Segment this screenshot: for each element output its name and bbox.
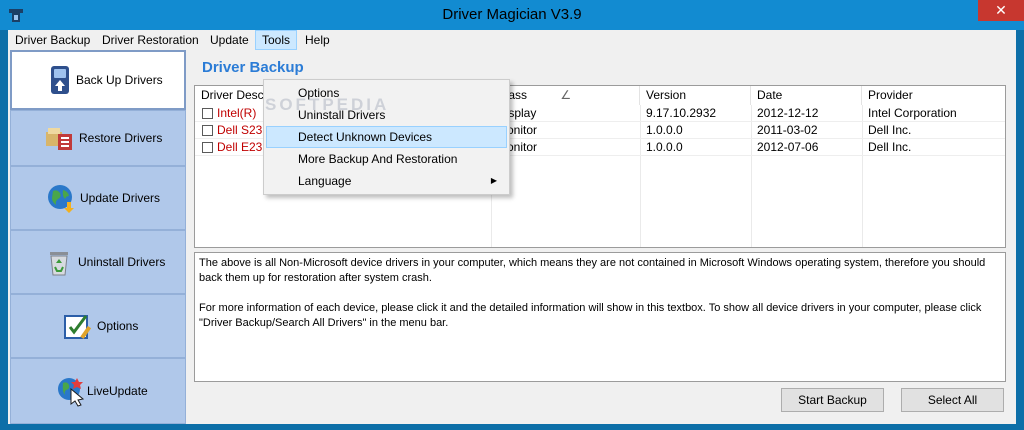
app-window: Driver Magician V3.9 ✕ Driver Backup Dri… — [0, 0, 1024, 430]
sidebar-item-label: Update Drivers — [80, 191, 161, 205]
live-update-icon — [58, 378, 85, 407]
options-icon — [64, 315, 92, 339]
info-paragraph: The above is all Non-Microsoft device dr… — [199, 257, 986, 284]
select-all-button[interactable]: Select All — [901, 388, 1004, 412]
section-title: Driver Backup — [202, 59, 304, 76]
sidebar-item-restore-drivers[interactable]: Restore Drivers — [10, 110, 186, 166]
watermark-logo: SOFTPEDIA — [265, 95, 390, 114]
sidebar-item-back-up-drivers[interactable]: Back Up Drivers — [10, 50, 186, 110]
column-header-class[interactable]: Class ∠ — [491, 86, 640, 105]
cell-date: 2012-07-06 — [757, 140, 819, 154]
cell-provider: Intel Corporation — [868, 106, 957, 120]
sidebar-item-label: Options — [97, 319, 139, 333]
cell-provider: Dell Inc. — [868, 140, 912, 154]
cell-class: Display — [497, 106, 537, 120]
cell-class: Monitor — [497, 123, 538, 137]
menu-bar: Driver Backup Driver Restoration Update … — [8, 30, 1016, 50]
column-header-version[interactable]: Version — [640, 86, 751, 105]
menu-item-language-label: Language — [298, 174, 352, 188]
cell-provider: Dell Inc. — [868, 123, 912, 137]
info-paragraph: For more information of each device, ple… — [199, 302, 982, 329]
sidebar-item-label: Uninstall Drivers — [78, 255, 166, 269]
start-backup-button[interactable]: Start Backup — [781, 388, 884, 412]
backup-icon — [51, 66, 69, 94]
window-title: Driver Magician V3.9 — [442, 6, 582, 23]
sidebar-item-label: LiveUpdate — [87, 384, 148, 398]
menu-update[interactable]: Update — [203, 30, 256, 50]
menu-item-detect-unknown-devices[interactable]: Detect Unknown Devices — [266, 126, 507, 148]
menu-item-language[interactable]: Language ▶ — [266, 170, 507, 192]
recycle-bin-icon — [50, 252, 68, 276]
menu-driver-backup[interactable]: Driver Backup — [8, 30, 97, 50]
close-button[interactable]: ✕ — [978, 0, 1024, 21]
column-header-date[interactable]: Date — [751, 86, 862, 105]
info-textbox[interactable]: The above is all Non-Microsoft device dr… — [194, 252, 1006, 382]
menu-driver-restoration[interactable]: Driver Restoration — [95, 30, 206, 50]
cell-date: 2011-03-02 — [757, 123, 818, 137]
submenu-arrow-icon: ▶ — [490, 176, 497, 185]
cell-version: 1.0.0.0 — [646, 140, 683, 154]
menu-tools[interactable]: Tools — [255, 30, 298, 50]
menu-help[interactable]: Help — [298, 30, 337, 50]
title-bar[interactable]: Driver Magician V3.9 ✕ — [0, 0, 1024, 30]
sidebar-item-options[interactable]: Options — [10, 294, 186, 358]
cell-version: 1.0.0.0 — [646, 123, 683, 137]
column-header-provider[interactable]: Provider — [862, 86, 1005, 105]
cell-class: Monitor — [497, 140, 538, 154]
sidebar-item-label: Back Up Drivers — [76, 73, 163, 87]
menu-item-more-backup-and-restoration[interactable]: More Backup And Restoration — [266, 148, 507, 170]
globe-update-icon — [48, 185, 74, 213]
sidebar-item-uninstall-drivers[interactable]: Uninstall Drivers — [10, 230, 186, 294]
cell-date: 2012-12-12 — [757, 106, 819, 120]
sidebar-item-update-drivers[interactable]: Update Drivers — [10, 166, 186, 230]
sidebar: Back Up Drivers Restore Drivers Update D… — [10, 50, 186, 424]
restore-icon — [46, 128, 72, 150]
cell-version: 9.17.10.2932 — [646, 106, 717, 120]
client-area: Driver Backup Driver Restoration Update … — [8, 30, 1016, 424]
sidebar-item-liveupdate[interactable]: LiveUpdate — [10, 358, 186, 424]
sort-indicator-icon: ∠ — [560, 88, 572, 102]
sidebar-item-label: Restore Drivers — [79, 131, 163, 145]
